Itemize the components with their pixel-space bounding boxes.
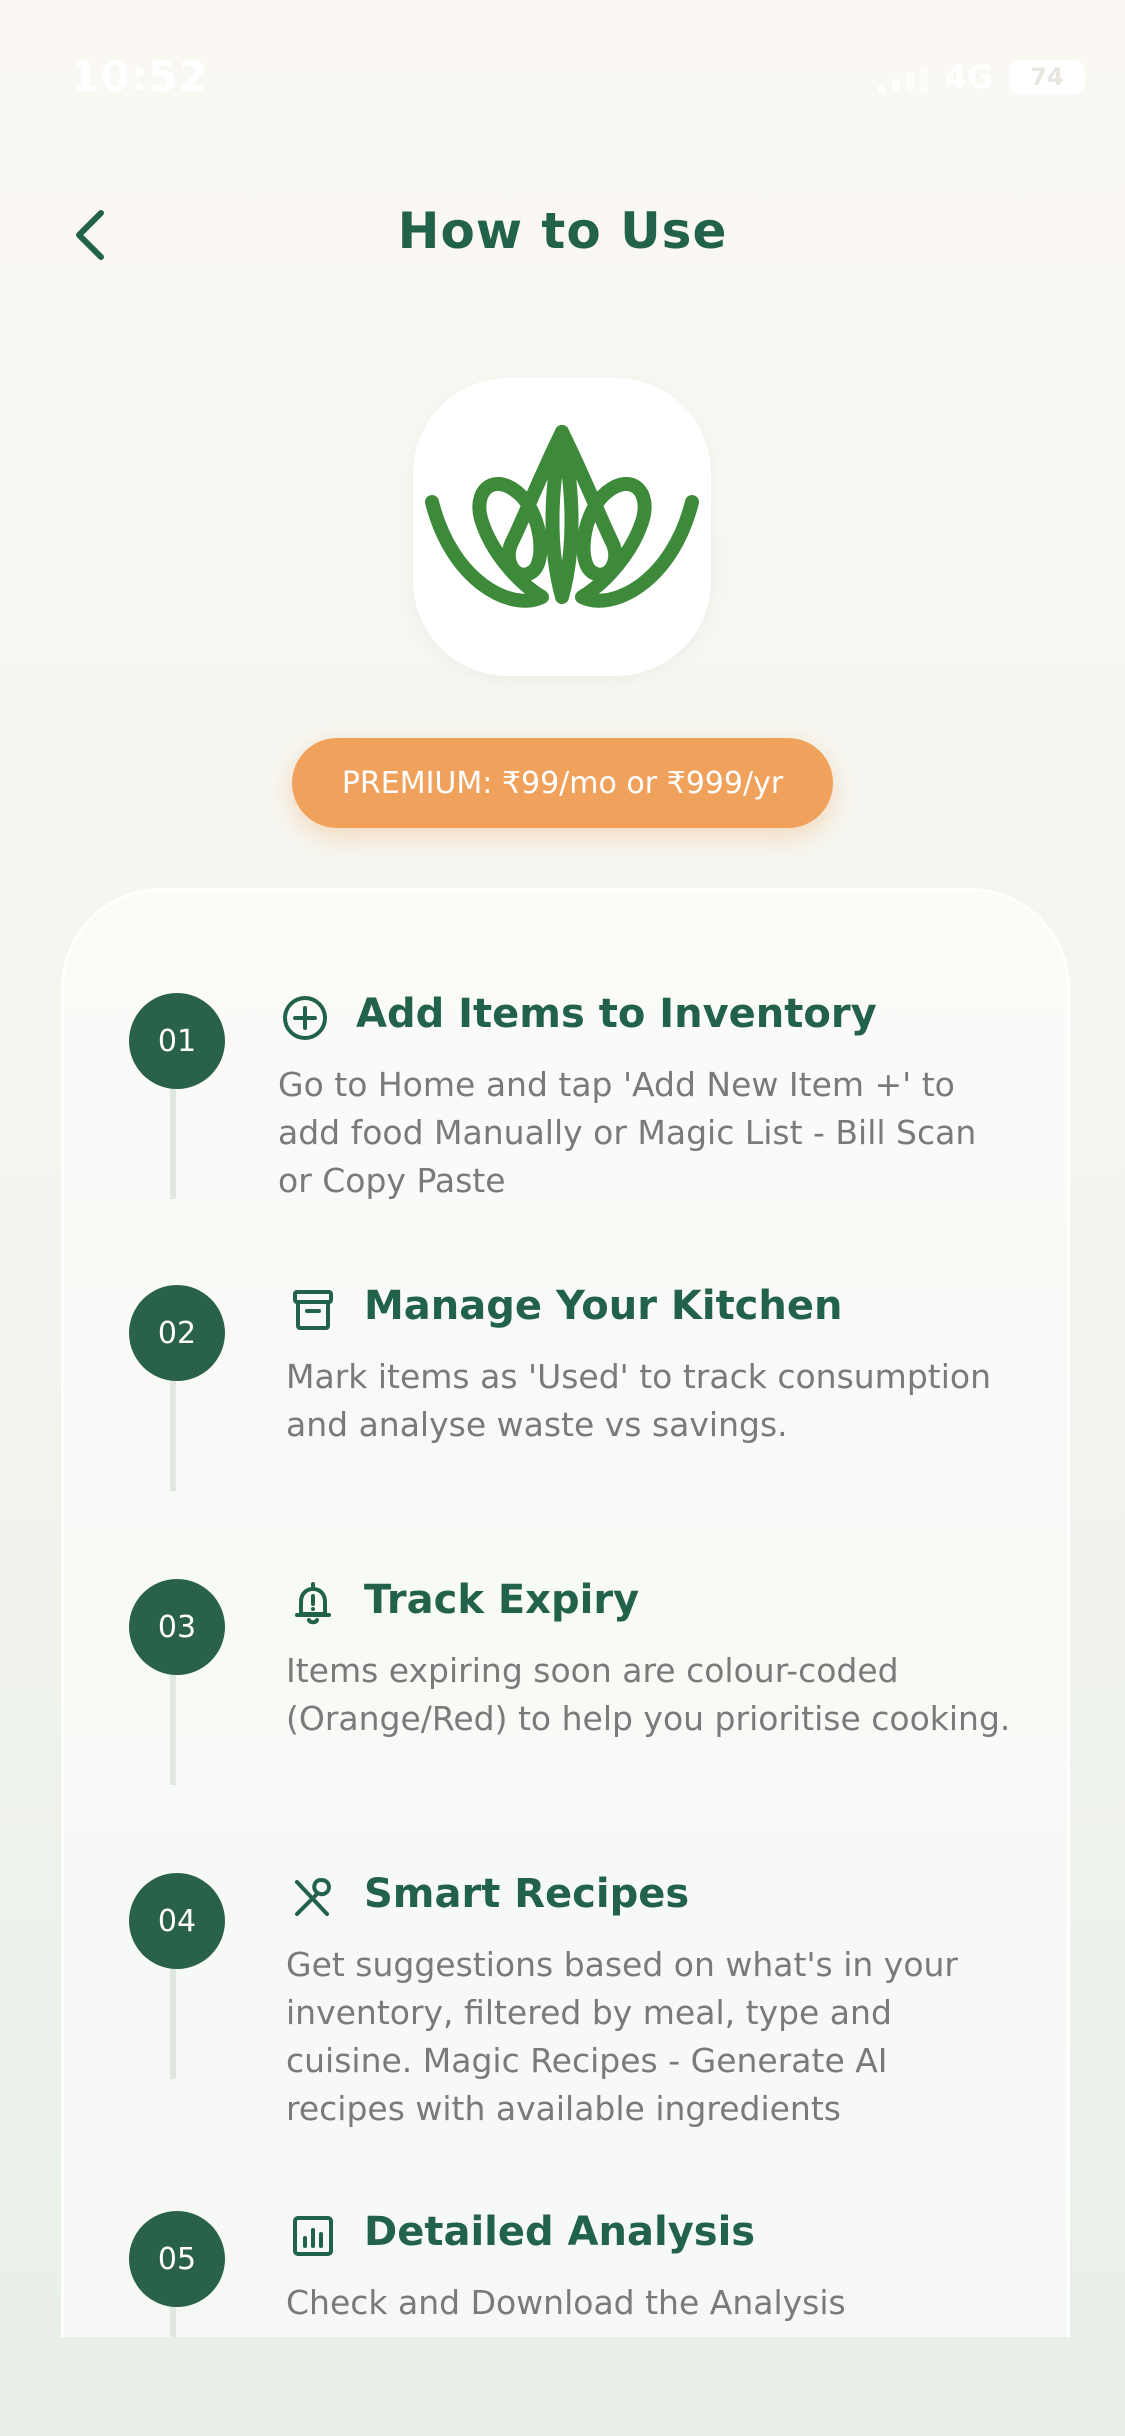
step-description: Mark items as 'Used' to track consumptio…: [286, 1357, 991, 1444]
step-description: Items expiring soon are colour-coded (Or…: [286, 1651, 1011, 1738]
status-time: 10:52: [70, 52, 209, 101]
step-title: Add Items to Inventory: [356, 991, 877, 1037]
lotus-logo-icon: [425, 425, 699, 608]
step-description: Check and Download the Analysis: [286, 2283, 846, 2322]
step-connector-line: [170, 1381, 176, 1491]
step-connector-line: [170, 1969, 176, 2079]
step-number-badge: 05: [129, 2211, 225, 2307]
status-indicators: 4G 74: [878, 58, 1085, 96]
premium-badge[interactable]: PREMIUM: ₹99/mo or ₹999/yr: [292, 738, 833, 828]
step-connector-line: [170, 1089, 176, 1199]
step-description: Go to Home and tap 'Add New Item +' to a…: [278, 1065, 977, 1200]
step-number-badge: 03: [129, 1579, 225, 1675]
step-number-badge: 01: [129, 993, 225, 1089]
status-bar: 10:52 4G 74: [0, 0, 1125, 150]
chart-icon: [286, 2209, 340, 2263]
step-title: Detailed Analysis: [364, 2209, 756, 2255]
fork-spoon-icon: [286, 1871, 340, 1925]
signal-icon: [878, 61, 929, 93]
battery-level: 74: [1030, 63, 1064, 91]
step-title: Manage Your Kitchen: [364, 1283, 843, 1329]
app-logo: [413, 378, 711, 676]
step-title: Smart Recipes: [364, 1871, 690, 1917]
step-number-badge: 04: [129, 1873, 225, 1969]
page-title: How to Use: [397, 202, 728, 260]
bell-alert-icon: [286, 1577, 340, 1631]
network-label: 4G: [944, 58, 993, 96]
step-number-badge: 02: [129, 1285, 225, 1381]
step-connector-line: [170, 1675, 176, 1785]
steps-card: 01 Add Items to Inventory Go to Home and…: [61, 888, 1070, 2337]
plus-circle-icon: [278, 991, 332, 1045]
step-description: Get suggestions based on what's in your …: [286, 1945, 958, 2128]
battery-icon: 74: [1009, 60, 1085, 94]
step-connector-line: [170, 2307, 176, 2337]
archive-box-icon: [286, 1283, 340, 1337]
step-title: Track Expiry: [364, 1577, 640, 1623]
